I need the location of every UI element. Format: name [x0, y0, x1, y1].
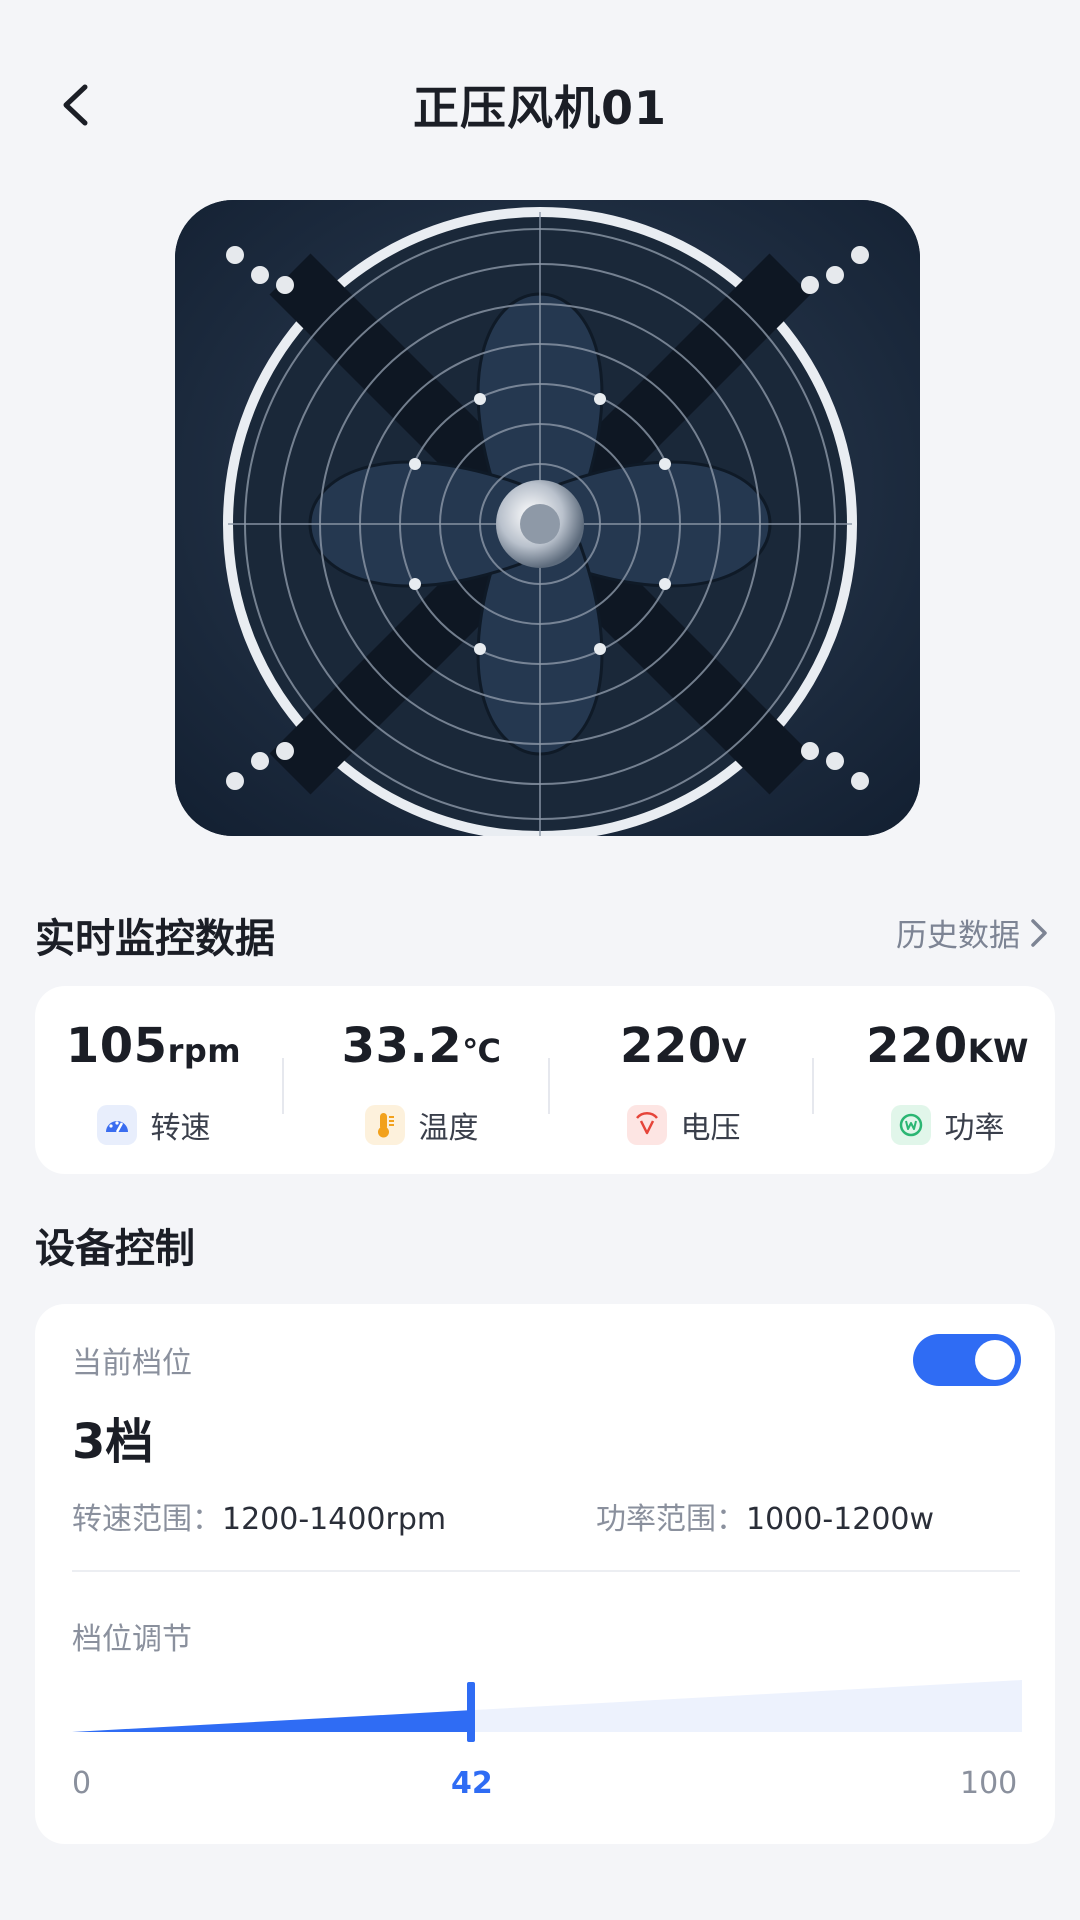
slider-max-label: 100: [960, 1766, 1018, 1801]
slider-handle[interactable]: [467, 1682, 475, 1742]
metric-value: 105rpm: [65, 1018, 242, 1074]
metric-label: 温度: [418, 1111, 479, 1146]
power-range-value: 1000-1200w: [746, 1502, 935, 1537]
monitor-section-title: 实时监控数据: [35, 916, 275, 962]
divider: [548, 1058, 550, 1114]
metric-power: 220KW 功率: [820, 1020, 1075, 1147]
slider-min-label: 0: [72, 1766, 92, 1801]
speed-range: 转速范围：1200-1400rpm: [72, 1494, 446, 1538]
power-range-label: 功率范围：: [596, 1502, 746, 1537]
power-range: 功率范围：1000-1200w: [596, 1494, 934, 1538]
metric-label: 电压: [680, 1111, 741, 1146]
control-card: [35, 1304, 1055, 1844]
speed-range-value: 1200-1400rpm: [222, 1502, 447, 1537]
thermometer-icon: [364, 1105, 405, 1145]
metric-value: 220V: [620, 1018, 747, 1074]
gear-adjust-label: 档位调节: [72, 1622, 192, 1657]
metric-voltage: 220V 电压: [556, 1020, 811, 1147]
chevron-right-icon: [1031, 918, 1047, 947]
metric-label: 转速: [150, 1111, 211, 1146]
control-section-title: 设备控制: [35, 1226, 195, 1272]
speedometer-icon: [96, 1105, 137, 1145]
metric-label: 功率: [944, 1111, 1005, 1146]
metric-value: 220KW: [866, 1018, 1029, 1074]
slider-value-label: 42: [451, 1766, 493, 1801]
voltage-icon: [626, 1105, 667, 1145]
history-link-label: 历史数据: [896, 918, 1020, 954]
divider: [812, 1058, 814, 1114]
slider-track: [72, 1680, 1022, 1732]
current-gear-label: 当前档位: [72, 1346, 192, 1381]
divider: [282, 1058, 284, 1114]
history-data-link[interactable]: 历史数据: [896, 910, 1048, 955]
toggle-knob: [975, 1340, 1015, 1380]
metric-temperature: 33.2℃ 温度: [294, 1020, 549, 1147]
page-title: 正压风机01: [412, 81, 667, 135]
speed-range-label: 转速范围：: [72, 1502, 222, 1537]
divider: [72, 1570, 1020, 1572]
fan-image: [175, 200, 920, 836]
power-toggle[interactable]: [913, 1334, 1021, 1386]
metric-value: 33.2℃: [341, 1018, 502, 1074]
metric-speed: 105rpm 转速: [26, 1020, 281, 1147]
current-gear-value: 3档: [72, 1414, 154, 1470]
gear-slider[interactable]: [72, 1680, 1022, 1744]
power-icon: [890, 1105, 931, 1145]
